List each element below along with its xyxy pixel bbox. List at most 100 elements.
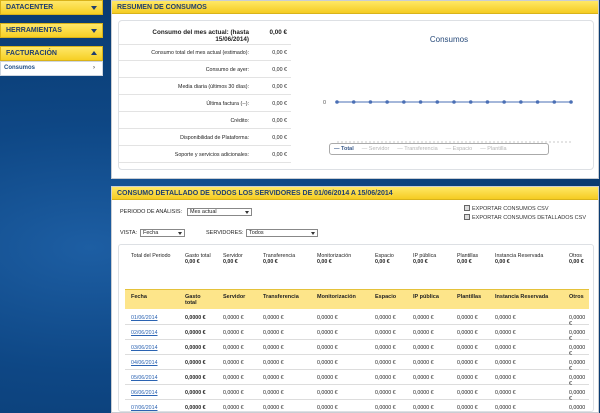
total-item: Transferencia 0,00 € [263,253,295,265]
date-link[interactable]: 02/06/2014 [131,330,158,336]
data-point [418,100,423,104]
detalle-panel: CONSUMO DETALLADO DE TODOS LOS SERVIDORE… [111,186,599,413]
legend-item-plantilla[interactable]: — Plantilla [480,146,506,152]
summary-row: Soporte y servicios adicionales: 0,00 € [119,147,291,163]
column-header[interactable]: Otros [569,294,584,300]
table-cell: 0,0000 € [375,375,396,381]
table-cell: 0,0000 € [375,345,396,351]
sidebar-item-consumos[interactable]: Consumos › [1,62,102,75]
date-link[interactable]: 07/06/2014 [131,405,158,411]
table-cell: 0,0000 € [317,375,338,381]
chevron-right-icon: › [93,65,95,71]
date-link[interactable]: 01/06/2014 [131,315,158,321]
column-header[interactable]: Espacio [375,294,396,300]
legend-label: Total [341,146,354,152]
column-header[interactable]: IP pública [413,294,439,300]
summary-label: Última factura (--): [206,101,249,107]
legend-item-servidor[interactable]: — Servidor [362,146,390,152]
table-row: 03/06/2014 0,0000 € 0,0000 € 0,0000 € 0,0000… [125,341,589,357]
total-item: Plantillas 0,00 € [457,253,478,265]
table-cell: 0,0000 € [457,405,478,411]
column-header[interactable]: Instancia Reservada [495,294,548,300]
total-value: 0,00 € [569,259,584,265]
table-row: 06/06/2014 0,0000 € 0,0000 € 0,0000 € 0,0000… [125,386,589,402]
table-cell: 0,0000 € [185,330,206,336]
table-cell: 0,0000 € [263,345,284,351]
periodo-select[interactable]: Mes actual [187,208,252,216]
table-cell: 0,0000 € [317,345,338,351]
periodo-label: PERIODO DE ANÁLISIS: [120,209,183,215]
table-cell: 0,0000 € [413,360,434,366]
table-cell: 0,0000 € [263,360,284,366]
summary-value: 0,00 € [272,84,287,90]
table-cell: 0,0000 € [317,315,338,321]
csv-file-icon [464,205,470,211]
table-row: 01/06/2014 0,0000 € 0,0000 € 0,0000 € 0,0000… [125,311,589,327]
table-cell: 0,0000 € [223,360,244,366]
date-link[interactable]: 03/06/2014 [131,345,158,351]
table-cell: 0,0000 € [495,375,516,381]
table-cell: 0,0000 € [263,375,284,381]
data-point [435,100,440,104]
table-cell: 0,0000 € [263,315,284,321]
summary-row: Consumo total del mes actual (estimado):… [119,45,291,61]
legend-label: Plantilla [487,146,507,152]
export-csv-link[interactable]: EXPORTAR CONSUMOS CSV [464,205,549,212]
summary-row: Última factura (--): 0,00 € [119,96,291,112]
table-cell: 0,0000 € [413,345,434,351]
section-label: HERRAMIENTAS [6,27,62,34]
column-header[interactable]: Gasto total [185,294,213,306]
summary-row: Crédito: 0,00 € [119,113,291,129]
summary-value: 0,00 € [272,152,287,158]
summary-label: Media diaria (últimos 30 días): [178,84,249,90]
sidebar-section-facturacion[interactable]: FACTURACIÓN [0,46,103,61]
column-header[interactable]: Plantillas [457,294,481,300]
table-cell: 0,0000 € [457,315,478,321]
total-item: IP pública 0,00 € [413,253,436,265]
servidores-label: SERVIDORES: [206,230,244,236]
table-cell: 0,0000 € [375,390,396,396]
date-link[interactable]: 04/06/2014 [131,360,158,366]
total-value: 0,00 € [317,259,332,265]
table-cell: 0,0000 € [375,405,396,411]
summary-label: Consumo de ayer: [205,67,249,73]
totals-label: Total del Periodo [131,253,171,259]
table-row: 05/06/2014 0,0000 € 0,0000 € 0,0000 € 0,0000… [125,371,589,387]
table-row: 07/06/2014 0,0000 € 0,0000 € 0,0000 € 0,0000… [125,401,589,411]
legend-label: Espacio [452,146,473,152]
legend-item-total[interactable]: — Total [334,146,354,152]
date-link[interactable]: 06/06/2014 [131,390,158,396]
total-value: 0,00 € [263,259,278,265]
export-detailed-csv-link[interactable]: EXPORTAR CONSUMOS DETALLADOS CSV [464,214,586,221]
legend-item-transferencia[interactable]: — Transferencia [397,146,437,152]
table-cell: 0,0000 € [569,405,586,411]
column-header[interactable]: Fecha [131,294,147,300]
sidebar-section-herramientas[interactable]: HERRAMIENTAS [0,23,103,38]
section-label: DATACENTER [6,4,54,11]
data-point [569,100,573,104]
column-header[interactable]: Monitorización [317,294,356,300]
panel-title: CONSUMO DETALLADO DE TODOS LOS SERVIDORE… [112,187,598,200]
total-value: 0,00 € [375,259,390,265]
summary-label: Disponibilidad de Plataforma: [180,135,249,141]
table-cell: 0,0000 € [185,360,206,366]
table-cell: 0,0000 € [375,315,396,321]
table-cell: 0,0000 € [223,390,244,396]
servidores-select[interactable]: Todos [246,229,318,237]
column-header[interactable]: Transferencia [263,294,299,300]
legend-item-espacio[interactable]: — Espacio [446,146,473,152]
sidebar-section-datacenter[interactable]: DATACENTER [0,0,103,15]
table-cell: 0,0000 € [495,360,516,366]
data-point [351,100,356,104]
date-link[interactable]: 05/06/2014 [131,375,158,381]
summary-row: Consumo del mes actual: (hasta 15/06/201… [119,25,291,45]
column-header[interactable]: Servidor [223,294,245,300]
table-cell: 0,0000 € [263,330,284,336]
table-cell: 0,0000 € [457,330,478,336]
data-point [368,100,373,104]
total-value: 0,00 € [223,259,238,265]
vista-select[interactable]: Fecha [140,229,185,237]
chevron-up-icon [91,51,97,55]
table-cell: 0,0000 € [263,390,284,396]
table-cell: 0,0000 € [457,390,478,396]
